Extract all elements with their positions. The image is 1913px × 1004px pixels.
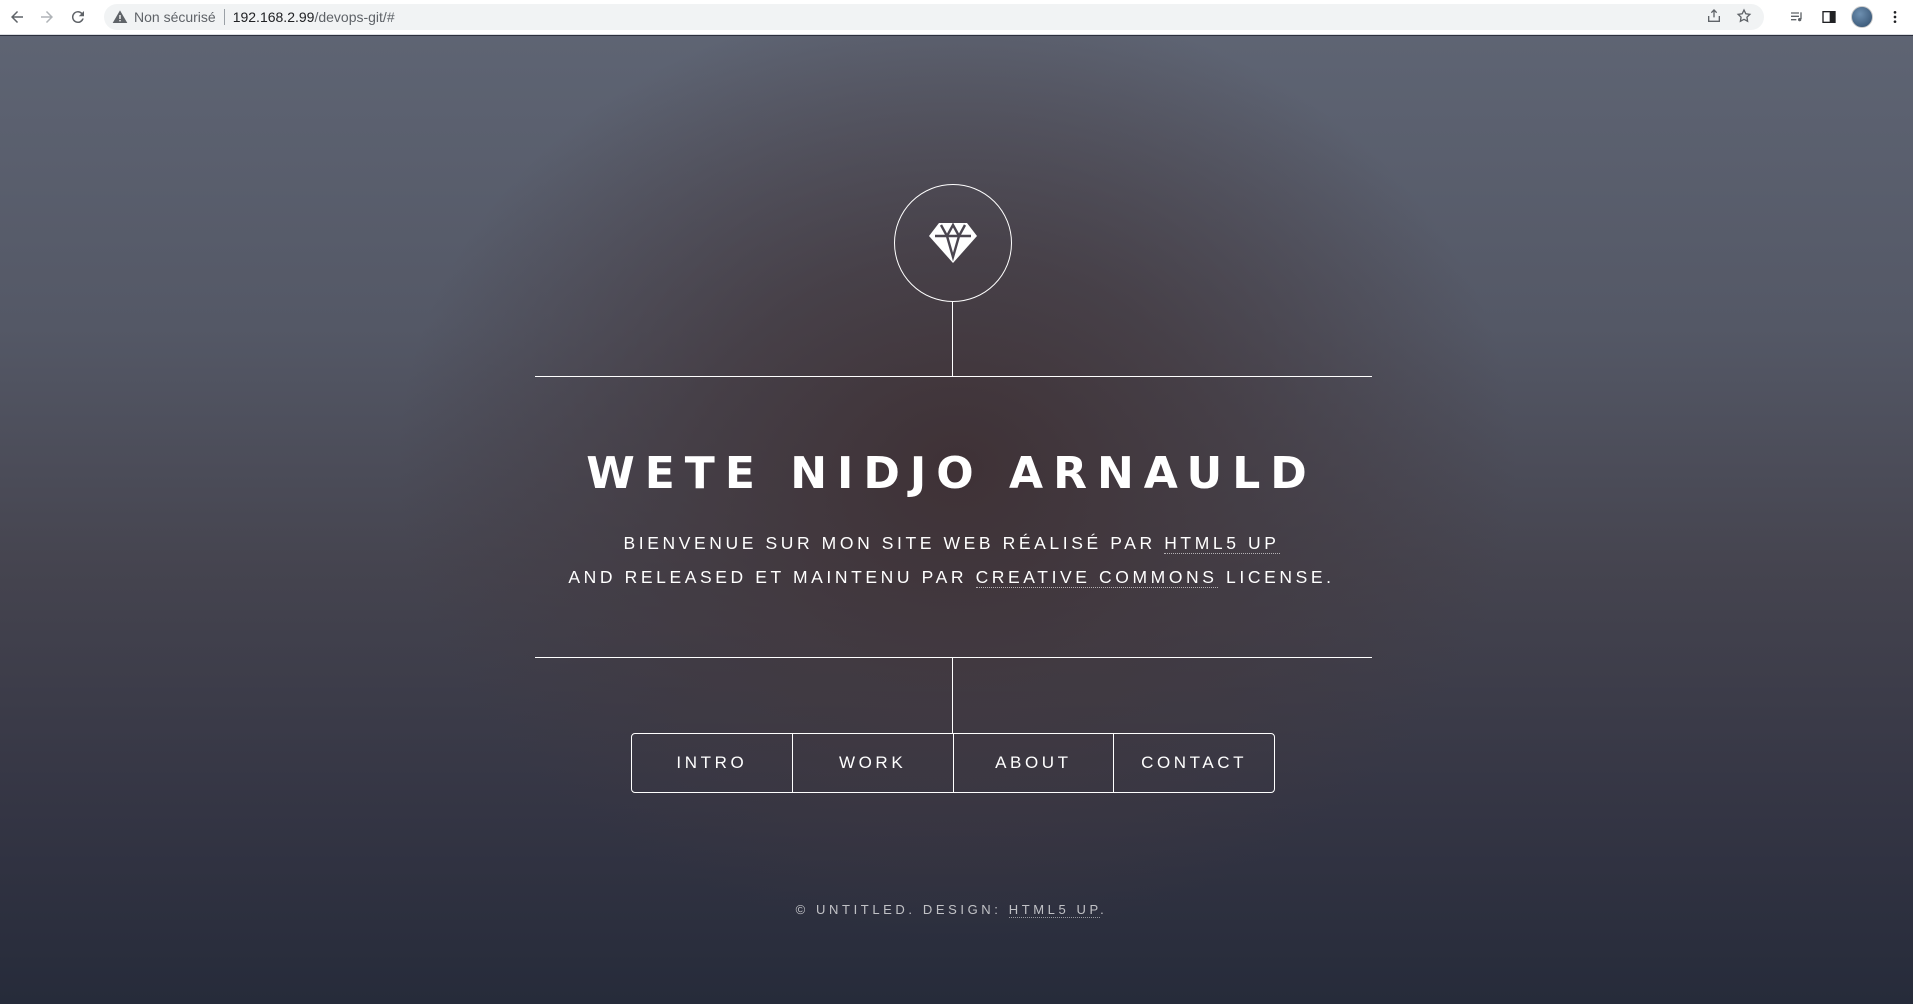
footer-suffix: . (1100, 902, 1108, 917)
arrow-right-icon[interactable] (32, 2, 62, 32)
html5up-link[interactable]: html5 up (1164, 533, 1280, 554)
arrow-left-icon[interactable] (2, 2, 32, 32)
share-icon[interactable] (1706, 8, 1722, 27)
side-panel-icon[interactable] (1819, 4, 1839, 30)
url-path[interactable]: /devops-git/# (314, 9, 394, 25)
security-label[interactable]: Non sécurisé (134, 9, 216, 25)
reload-icon[interactable] (63, 2, 93, 32)
nav-item-work[interactable]: WORK (791, 734, 953, 792)
separator (223, 9, 225, 25)
creative-commons-link[interactable]: Creative Commons (975, 567, 1218, 588)
intro-text-part3: license. (1217, 567, 1335, 587)
browser-toolbar: Non sécurisé 192.168.2.99/devops-git/# (0, 0, 1913, 35)
intro-text-part1: Bienvenue sur mon site web réalisé par (623, 533, 1165, 553)
media-queue-icon[interactable] (1787, 4, 1807, 30)
nav-item-about[interactable]: ABOUT (952, 734, 1114, 792)
star-icon[interactable] (1736, 8, 1752, 27)
nav-item-intro[interactable]: INTRO (632, 734, 792, 792)
connector-line-top (952, 302, 953, 376)
divider-bottom (535, 657, 1372, 658)
connector-line-bottom (952, 657, 953, 733)
footer-text: © UNTITLED. DESIGN: (795, 902, 1009, 917)
page-background: WETE NIDJO ARNAULD Bienvenue sur mon sit… (0, 36, 1913, 1004)
address-bar[interactable]: Non sécurisé 192.168.2.99/devops-git/# (104, 4, 1764, 30)
logo (894, 184, 1012, 302)
kebab-menu-icon[interactable] (1885, 4, 1905, 30)
page-title: WETE NIDJO ARNAULD (586, 448, 1317, 499)
intro-text-part2: and released et maintenu par (568, 567, 976, 587)
footer-html5up-link[interactable]: HTML5 UP (1008, 902, 1101, 918)
divider-top (535, 376, 1372, 377)
intro-text: Bienvenue sur mon site web réalisé par h… (535, 526, 1368, 594)
diamond-icon (929, 222, 977, 263)
footer: © UNTITLED. DESIGN: HTML5 UP. (535, 902, 1368, 918)
warning-triangle-icon[interactable] (112, 9, 128, 25)
main-nav: INTRO WORK ABOUT CONTACT (631, 733, 1275, 793)
url-host[interactable]: 192.168.2.99 (233, 9, 315, 25)
nav-item-contact[interactable]: CONTACT (1113, 734, 1274, 792)
avatar[interactable] (1851, 6, 1873, 28)
